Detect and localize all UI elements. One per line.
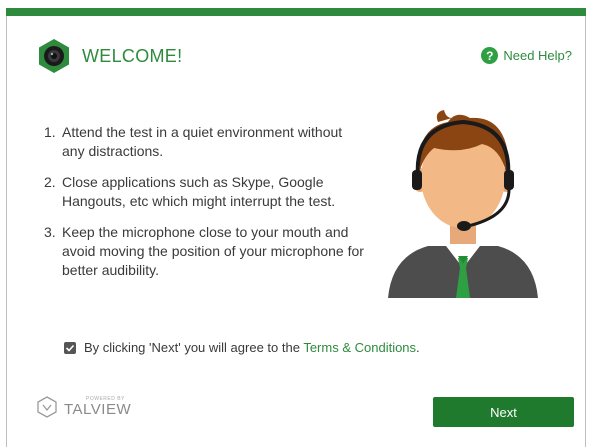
page-title: WELCOME!	[82, 46, 183, 66]
item-number: 2.	[44, 174, 56, 190]
list-item: 2. Close applications such as Skype, Goo…	[44, 173, 364, 211]
header: WELCOME! ? Need Help?	[36, 38, 576, 74]
brand-name: TALVIEW	[64, 401, 132, 418]
need-help-link[interactable]: ? Need Help?	[481, 47, 572, 64]
need-help-label: Need Help?	[503, 48, 572, 63]
top-accent-bar	[6, 8, 586, 16]
talview-logo-icon	[37, 396, 57, 418]
list-item: 3. Keep the microphone close to your mou…	[44, 223, 364, 280]
headset-agent-illustration	[388, 110, 538, 298]
talview-logo: POWERED BY TALVIEW	[36, 396, 131, 418]
webcam-logo-icon	[39, 39, 69, 73]
agreement-prefix: By clicking 'Next' you will agree to the	[84, 340, 304, 355]
item-number: 3.	[44, 224, 56, 240]
terms-conditions-link[interactable]: Terms & Conditions	[303, 340, 416, 355]
item-text: Keep the microphone close to your mouth …	[62, 224, 364, 278]
agreement-suffix: .	[416, 340, 420, 355]
checkmark-icon	[65, 344, 75, 352]
next-button[interactable]: Next	[433, 397, 574, 427]
item-text: Attend the test in a quiet environment w…	[62, 124, 343, 159]
item-text: Close applications such as Skype, Google…	[62, 174, 336, 209]
agree-checkbox[interactable]	[64, 341, 76, 354]
list-item: 1. Attend the test in a quiet environmen…	[44, 123, 364, 161]
help-icon: ?	[481, 47, 499, 64]
terms-agreement: By clicking 'Next' you will agree to the…	[64, 340, 420, 355]
item-number: 1.	[44, 124, 56, 140]
instructions-list: 1. Attend the test in a quiet environmen…	[44, 123, 364, 292]
agreement-text: By clicking 'Next' you will agree to the…	[84, 340, 420, 355]
